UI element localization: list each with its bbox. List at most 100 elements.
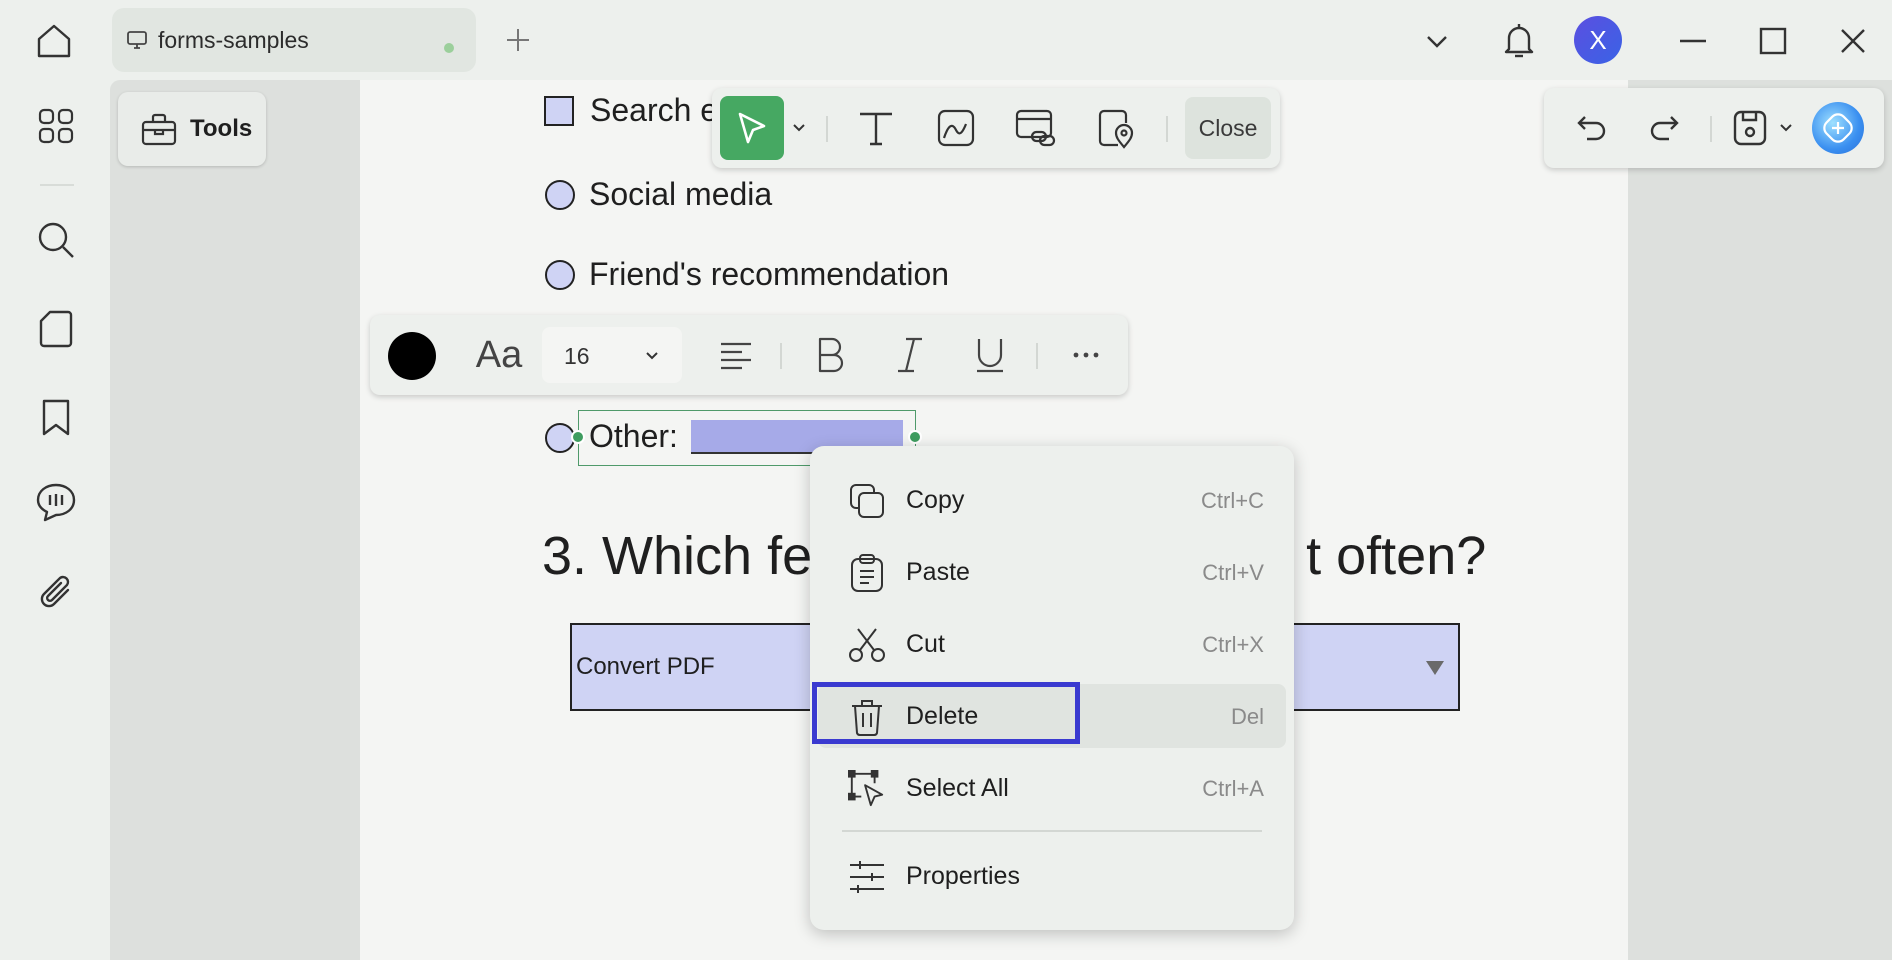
option-label: Social media xyxy=(589,176,773,212)
home-icon xyxy=(37,24,71,58)
plus-icon xyxy=(507,29,529,51)
menu-item-label: Select All xyxy=(906,774,1009,802)
align-left-icon xyxy=(721,342,751,370)
save-options-dropdown[interactable] xyxy=(1774,102,1798,154)
bookmark-icon xyxy=(42,399,70,436)
dropdown-arrow-icon xyxy=(1426,661,1444,675)
tools-button[interactable]: Tools xyxy=(118,92,266,166)
menu-item-label: Properties xyxy=(906,862,1020,890)
bell-icon xyxy=(1504,24,1534,58)
font-family-icon: Aa xyxy=(475,333,523,376)
resize-handle-left[interactable] xyxy=(571,430,585,444)
align-button[interactable] xyxy=(710,329,762,381)
grid-icon xyxy=(38,108,74,144)
location-stamp-tool[interactable] xyxy=(1090,102,1142,154)
comments-button[interactable] xyxy=(32,478,80,526)
other-label: Other: xyxy=(589,418,678,454)
paste-icon xyxy=(848,554,886,592)
pointer-icon xyxy=(738,112,766,144)
save-button[interactable] xyxy=(1724,102,1776,154)
ai-assistant-icon xyxy=(1823,113,1853,143)
chevron-down-icon xyxy=(646,352,658,360)
font-family-button[interactable]: Aa xyxy=(464,329,534,381)
text-format-toolbar: Aa 16 xyxy=(370,315,1128,395)
menu-item-label: Copy xyxy=(906,486,965,514)
dropdown-value: Convert PDF xyxy=(576,653,715,680)
maximize-button[interactable] xyxy=(1750,18,1796,64)
document-tab[interactable]: forms-samples xyxy=(112,8,476,72)
toolbar-divider xyxy=(780,343,782,369)
font-size-value: 16 xyxy=(564,343,590,369)
pages-button[interactable] xyxy=(32,305,80,353)
attachments-button[interactable] xyxy=(32,568,80,616)
apps-button[interactable] xyxy=(32,102,80,150)
menu-item-shortcut: Del xyxy=(1230,704,1264,729)
menu-item-paste[interactable]: Paste Ctrl+V xyxy=(818,540,1286,604)
page-pin-icon xyxy=(1098,109,1134,149)
tabs-dropdown-button[interactable] xyxy=(1414,18,1460,64)
menu-divider xyxy=(842,830,1262,832)
maximize-icon xyxy=(1759,27,1787,55)
resize-handle-right[interactable] xyxy=(908,430,922,444)
search-icon xyxy=(38,222,74,258)
paperclip-icon xyxy=(40,575,70,608)
toolbar-divider xyxy=(1036,343,1038,369)
menu-item-cut[interactable]: Cut Ctrl+X xyxy=(818,612,1286,676)
bookmarks-button[interactable] xyxy=(32,393,80,441)
underline-button[interactable] xyxy=(964,329,1016,381)
font-size-select[interactable]: 16 xyxy=(542,327,682,383)
select-tool-button[interactable] xyxy=(720,96,784,160)
chevron-down-icon xyxy=(1427,36,1447,48)
redo-icon xyxy=(1650,116,1679,141)
home-button[interactable] xyxy=(30,18,78,64)
signature-tool-button[interactable] xyxy=(930,102,982,154)
scissors-icon xyxy=(848,626,886,664)
chevron-down-icon xyxy=(1780,124,1792,132)
radio-button[interactable] xyxy=(545,259,575,290)
left-sidebar xyxy=(0,80,110,960)
toolbar-divider xyxy=(1166,116,1168,142)
link-button-tool[interactable] xyxy=(1010,102,1062,154)
undo-button[interactable] xyxy=(1566,102,1618,154)
redo-button[interactable] xyxy=(1638,102,1690,154)
radio-button[interactable] xyxy=(545,179,575,210)
monitor-icon xyxy=(127,31,147,49)
link-window-icon xyxy=(1015,109,1056,147)
menu-item-select-all[interactable]: Select All Ctrl+A xyxy=(818,756,1286,820)
copy-icon xyxy=(848,482,886,520)
option-label: Friend's recommendation xyxy=(589,256,950,292)
form-tools-toolbar: Close xyxy=(712,88,1280,168)
new-tab-button[interactable] xyxy=(500,22,536,58)
ai-assistant-button[interactable] xyxy=(1812,102,1864,154)
option-label: Search e xyxy=(590,92,719,128)
option-social-media[interactable]: Social media xyxy=(545,176,772,213)
option-friends-recommendation[interactable]: Friend's recommendation xyxy=(545,256,949,293)
underline-icon xyxy=(977,339,1003,373)
bold-button[interactable] xyxy=(804,329,856,381)
question-text: 3. Which fea xyxy=(542,526,843,586)
font-color-button[interactable] xyxy=(388,332,436,380)
close-window-button[interactable] xyxy=(1830,18,1876,64)
select-tool-dropdown[interactable] xyxy=(782,102,816,154)
comment-icon xyxy=(36,483,76,522)
close-form-tools-button[interactable]: Close xyxy=(1185,97,1271,159)
menu-item-label: Cut xyxy=(906,630,945,658)
checkbox[interactable] xyxy=(544,95,574,126)
italic-button[interactable] xyxy=(884,329,936,381)
option-search-engine[interactable]: Search e xyxy=(544,92,718,129)
text-field-tool-button[interactable] xyxy=(850,102,902,154)
notifications-button[interactable] xyxy=(1496,18,1542,64)
menu-item-properties[interactable]: Properties xyxy=(818,844,1286,908)
more-options-button[interactable] xyxy=(1060,329,1112,381)
question-tail: t often? xyxy=(1306,526,1487,586)
minimize-button[interactable] xyxy=(1670,18,1716,64)
menu-item-copy[interactable]: Copy Ctrl+C xyxy=(818,468,1286,532)
minimize-icon xyxy=(1680,39,1706,43)
chevron-down-icon xyxy=(793,124,805,132)
sliders-icon xyxy=(848,858,886,896)
search-button[interactable] xyxy=(32,216,80,264)
tab-title: forms-samples xyxy=(158,26,309,53)
menu-item-shortcut: Ctrl+A xyxy=(1202,776,1264,801)
signature-icon xyxy=(937,109,975,147)
user-avatar[interactable]: X xyxy=(1574,16,1622,64)
